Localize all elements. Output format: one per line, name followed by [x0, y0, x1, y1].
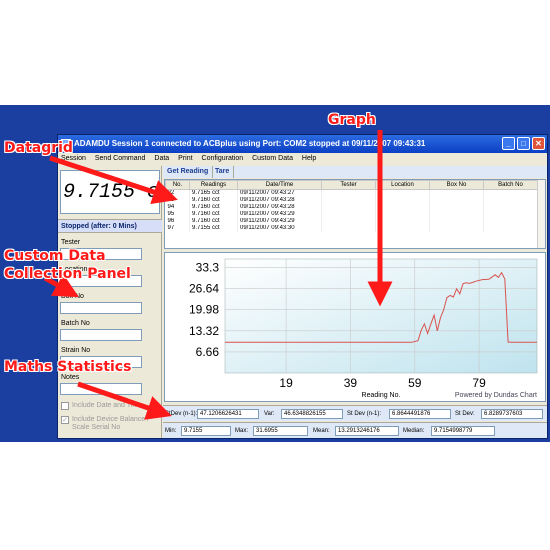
- arrow-datagrid: [49, 155, 178, 204]
- annotation-custom-data: Custom Data: [4, 248, 106, 264]
- annotation-maths-statistics: Maths Statistics: [4, 359, 132, 375]
- screenshot-stage: ADAMDU Session 1 connected to ACBplus us…: [0, 0, 550, 550]
- annotation-datagrid: Datagrid: [4, 140, 73, 156]
- annotation-collection-panel: Collection Panel: [4, 266, 131, 282]
- arrow-maths-statistics: [77, 381, 172, 420]
- annotation-graph: Graph: [328, 112, 376, 128]
